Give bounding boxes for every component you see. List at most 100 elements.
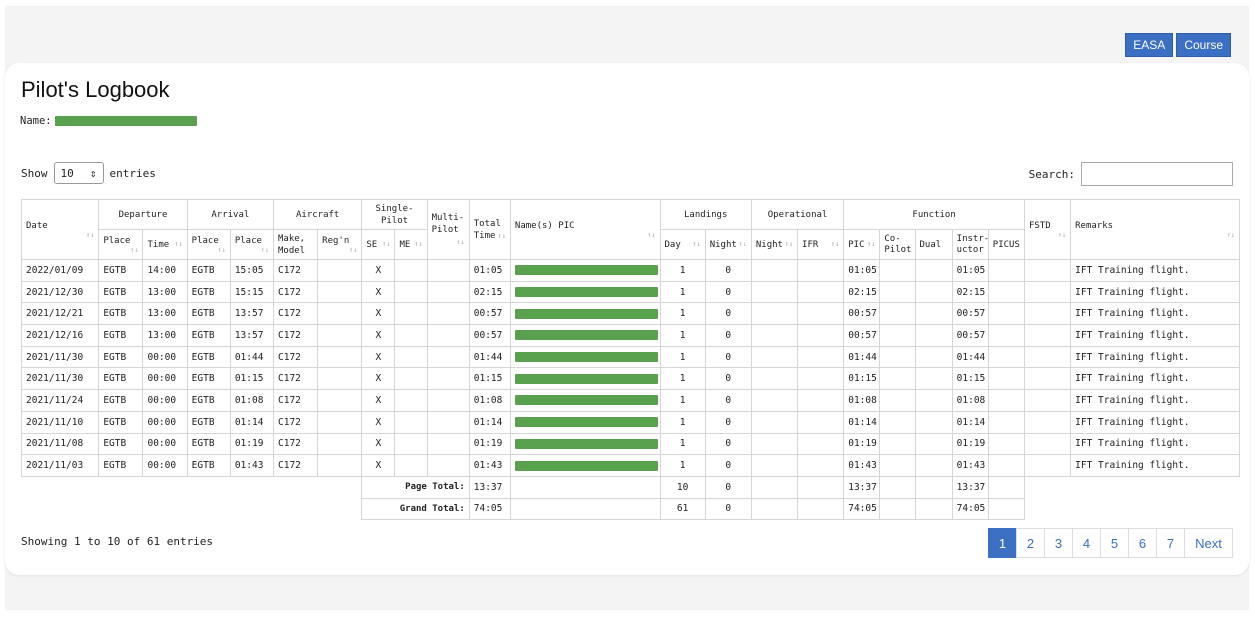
cell-pic: 00:57: [843, 324, 881, 347]
col-fn-instructor[interactable]: Instr-uctor: [951, 229, 989, 260]
cell-empty: [797, 389, 845, 412]
redacted-name: [514, 287, 658, 298]
cell-empty: [879, 410, 916, 434]
col-remarks[interactable]: Remarks ↑↓: [1070, 199, 1240, 260]
grand-total-instructor: 74:05: [951, 497, 989, 521]
search-input[interactable]: [1081, 162, 1233, 186]
cell-arr-time: 01:19: [229, 432, 275, 456]
page-7-button[interactable]: 7: [1156, 528, 1185, 558]
cell-model: C172: [272, 410, 319, 434]
cell-empty: [426, 410, 470, 434]
cell-empty: [797, 280, 845, 304]
col-fstd[interactable]: FSTD ↑↓: [1023, 199, 1072, 260]
cell-empty: [394, 345, 428, 369]
table-row: 2021/11/08 EGTB 00:00 EGTB 01:19 C172 X 01:19 1 0…: [20, 432, 1240, 456]
col-multi-pilot[interactable]: Multi-Pilot ↑↓: [426, 199, 470, 260]
col-make-model[interactable]: Make, Model: [272, 229, 319, 260]
cell-arr-time: 15:15: [229, 280, 275, 304]
col-names-pic[interactable]: Name(s) PIC ↑↓: [509, 199, 661, 260]
col-landing-day[interactable]: Day ↑↓: [659, 229, 706, 260]
sort-icon: ↑↓: [382, 239, 391, 248]
sort-icon: ↑↓: [174, 239, 183, 248]
search-control: Search:: [1029, 162, 1233, 186]
cell-empty: [879, 389, 916, 412]
cell-arr-place: EGTB: [186, 389, 231, 412]
cell-empty: [879, 302, 916, 326]
table-row: 2021/12/30 EGTB 13:00 EGTB 15:15 C172 X 02:15 1 0…: [20, 280, 1240, 304]
col-arr-time[interactable]: Place ↑↓: [229, 229, 275, 260]
col-fn-picus[interactable]: PICUS: [987, 229, 1025, 260]
cell-arr-time: 01:08: [229, 389, 275, 412]
easa-button[interactable]: EASA: [1125, 33, 1174, 57]
cell-night: 0: [704, 367, 752, 391]
sort-icon: ↑↓: [692, 239, 701, 248]
col-dep-place[interactable]: Place ↑↓: [98, 229, 144, 260]
col-op-night[interactable]: Night ↑↓: [750, 229, 799, 260]
page-1-button[interactable]: 1: [988, 528, 1017, 558]
col-fn-pic[interactable]: PIC ↑↓: [843, 229, 881, 260]
col-regn[interactable]: Reg'n ↑↓: [317, 229, 363, 260]
cell-instr: 00:57: [951, 324, 989, 347]
page-3-button[interactable]: 3: [1044, 528, 1073, 558]
cell-empty: [317, 345, 363, 369]
col-fn-co-pilot[interactable]: Co-Pilot: [879, 229, 916, 260]
cell-total: 01:44: [468, 345, 511, 369]
course-button[interactable]: Course: [1176, 33, 1231, 57]
cell-dep-place: EGTB: [98, 324, 144, 347]
sort-icon: ↑↓: [647, 230, 656, 239]
col-dep-time[interactable]: Time ↑↓: [142, 229, 188, 260]
cell-se: X: [361, 302, 396, 326]
cell-empty: [1023, 302, 1072, 326]
cell-dep-place: EGTB: [98, 345, 144, 369]
cell-empty: [750, 345, 799, 369]
cell-empty: [797, 324, 845, 347]
col-date[interactable]: Date ↑↓: [20, 199, 100, 260]
sort-icon: ↑↓: [85, 230, 95, 239]
cell-empty: [394, 367, 428, 391]
cell-empty: [914, 345, 953, 369]
cell-empty: [750, 367, 799, 391]
cell-dep-place: EGTB: [98, 432, 144, 456]
cell-dep-time: 13:00: [142, 324, 188, 347]
cell-empty: [1023, 454, 1072, 477]
cell-dep-time: 00:00: [142, 345, 188, 369]
cell-pic: 01:08: [843, 389, 881, 412]
page-4-button[interactable]: 4: [1072, 528, 1101, 558]
cell-model: C172: [272, 432, 319, 456]
entries-select[interactable]: 10 ⇕: [53, 162, 104, 184]
group-landings: Landings: [659, 199, 752, 230]
page-2-button[interactable]: 2: [1016, 528, 1045, 558]
cell-instr: 00:57: [951, 302, 989, 326]
cell-empty: [879, 259, 916, 282]
cell-day: 1: [659, 259, 706, 282]
cell-empty: [394, 259, 428, 282]
cell-empty: [317, 367, 363, 391]
cell-night: 0: [704, 432, 752, 456]
cell-remarks: IFT Training flight.: [1070, 259, 1240, 282]
cell-empty: [750, 454, 799, 477]
cell-empty: [426, 280, 470, 304]
cell-night: 0: [704, 324, 752, 347]
page-5-button[interactable]: 5: [1100, 528, 1129, 558]
cell-date: 2021/12/16: [20, 324, 100, 347]
cell-remarks: IFT Training flight.: [1070, 302, 1240, 326]
redacted-name: [514, 460, 658, 471]
cell-arr-place: EGTB: [186, 367, 231, 391]
redacted-name: [514, 438, 658, 449]
cell-empty: [987, 302, 1025, 326]
cell-empty: [879, 432, 916, 456]
cell-names-pic: [509, 454, 661, 477]
cell-empty: [317, 389, 363, 412]
grand-total-time: 74:05: [468, 497, 511, 521]
col-fn-dual[interactable]: Dual: [914, 229, 953, 260]
col-op-ifr[interactable]: IFR ↑↓: [797, 229, 845, 260]
col-me[interactable]: ME ↑↓: [394, 229, 428, 260]
cell-empty: [394, 324, 428, 347]
col-landing-night[interactable]: Night ↑↓: [704, 229, 752, 260]
next-button[interactable]: Next: [1184, 528, 1233, 558]
cell-empty: [426, 432, 470, 456]
col-se[interactable]: SE ↑↓: [361, 229, 396, 260]
page-6-button[interactable]: 6: [1128, 528, 1157, 558]
col-arr-place[interactable]: Place ↑↓: [186, 229, 231, 260]
col-total-time[interactable]: Total Time ↑↓: [468, 199, 511, 260]
